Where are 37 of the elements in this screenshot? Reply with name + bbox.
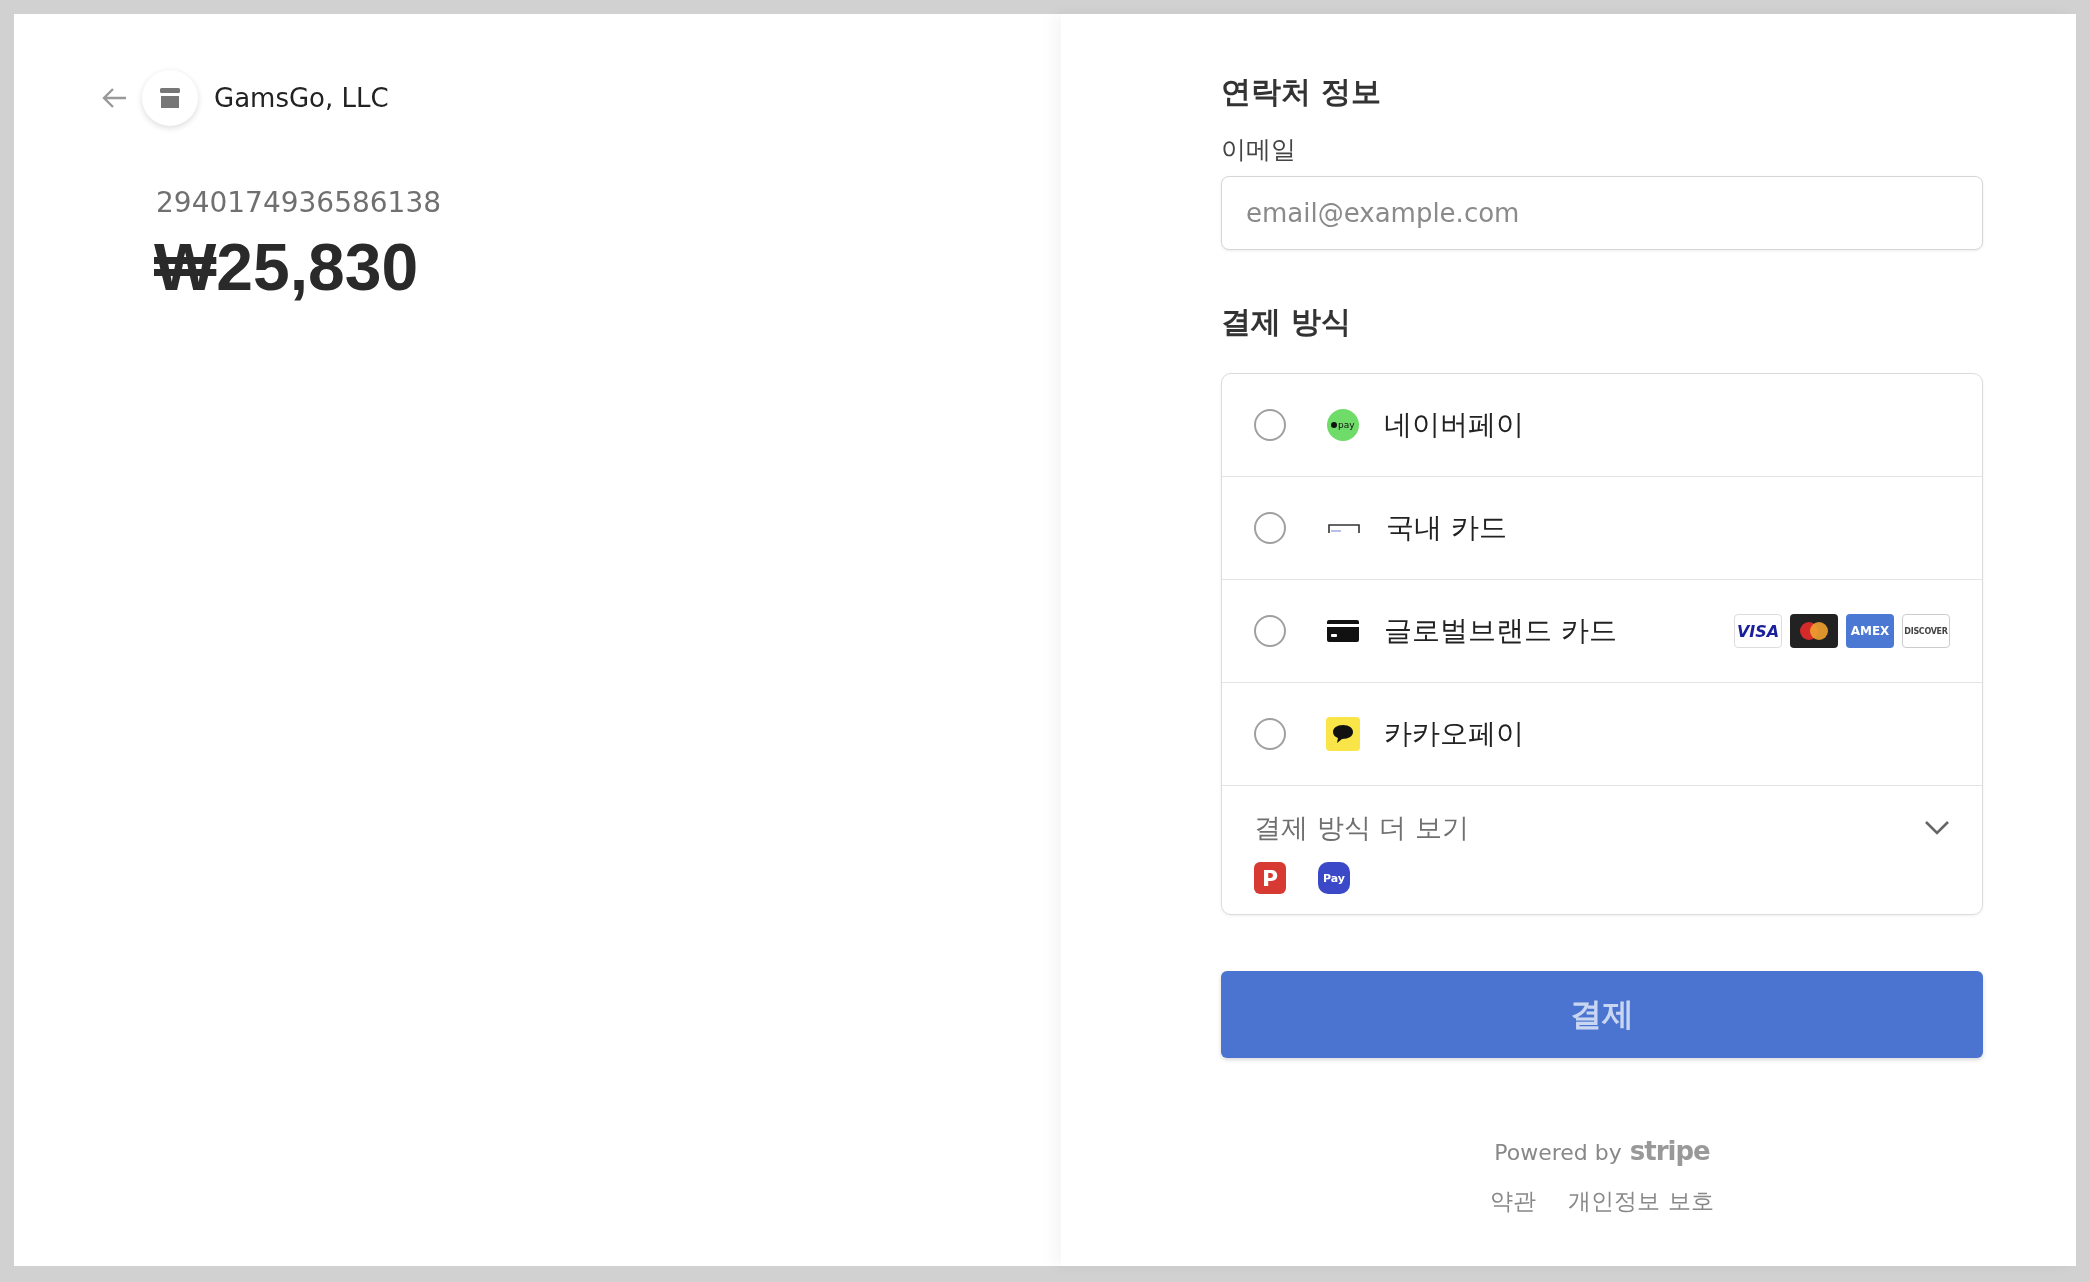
stripe-logo[interactable]: stripe	[1629, 1136, 1710, 1166]
section-title: 결제 방식	[1221, 303, 1353, 341]
payment-method-label: 네이버페이	[1384, 407, 1524, 443]
payment-logo: P	[1254, 862, 1286, 894]
radio-button[interactable]	[1254, 409, 1286, 441]
card-brand-logo: AMEX	[1846, 614, 1894, 648]
payment-method-label: 카카오페이	[1384, 716, 1524, 752]
card-brand-logo	[1790, 614, 1838, 648]
chevron-down-icon[interactable]	[1924, 820, 1950, 836]
radio-button[interactable]	[1254, 512, 1286, 544]
footer-link[interactable]: 약관	[1490, 1186, 1537, 1217]
radio-button[interactable]	[1254, 615, 1286, 647]
section-title: 연락처 정보	[1221, 73, 1383, 111]
payment-method-label: 국내 카드	[1386, 510, 1507, 546]
back-arrow-icon[interactable]	[102, 87, 128, 109]
card-outline-icon	[1327, 523, 1361, 533]
storefront-icon	[158, 87, 182, 109]
more-payment-methods-link[interactable]: 결제 방식 더 보기	[1254, 810, 1469, 846]
order-number: 2940174936586138	[156, 186, 443, 219]
pay-button[interactable]: 결제	[1221, 971, 1983, 1058]
payment-method-option[interactable]: pay 네이버페이	[1222, 374, 1982, 477]
payment-method-label: 글로벌브랜드 카드	[1384, 613, 1617, 649]
merchant-name: GamsGo, LLC	[214, 83, 389, 113]
payment-method-option[interactable]: 카카오페이	[1222, 683, 1982, 786]
naver-pay-icon: pay	[1326, 408, 1360, 442]
email-field[interactable]: email@example.com	[1221, 176, 1983, 250]
order-amount: ₩25,830	[154, 229, 420, 305]
payment-method-option[interactable]: 국내 카드	[1222, 477, 1982, 580]
powered-by-text: Powered by	[1494, 1140, 1622, 1165]
payment-method-option[interactable]: 글로벌브랜드 카드 VISA AMEX DISCOVER	[1222, 580, 1982, 683]
field-label: 이메일	[1221, 134, 1297, 166]
radio-button[interactable]	[1254, 718, 1286, 750]
card-brand-logo: VISA	[1734, 614, 1782, 648]
payment-logo: Pay	[1318, 862, 1350, 894]
chat-bubble-icon	[1326, 717, 1360, 751]
footer-link[interactable]: 개인정보 보호	[1568, 1186, 1714, 1217]
card-brand-logo: DISCOVER	[1902, 614, 1950, 648]
